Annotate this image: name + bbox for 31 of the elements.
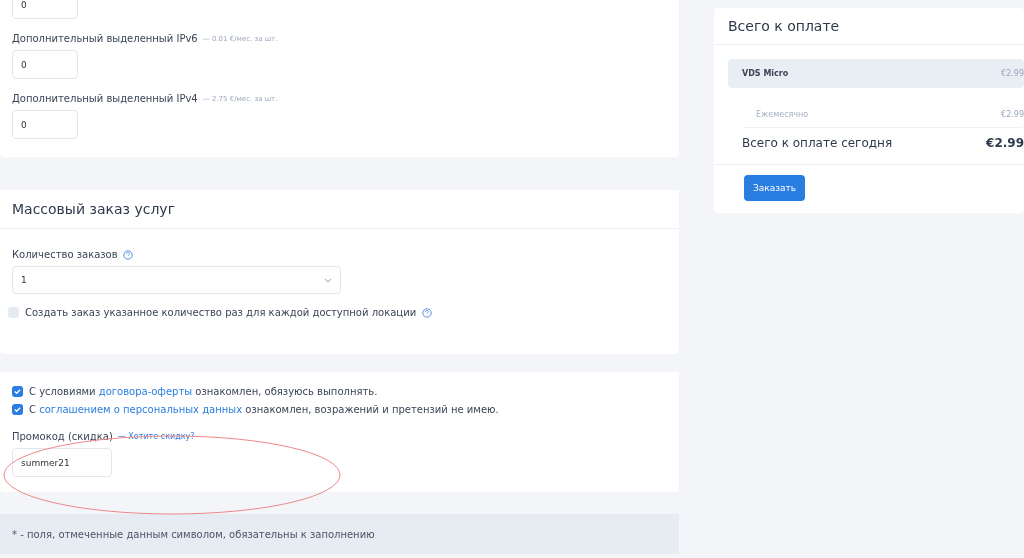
quantity-field[interactable]: 0: [12, 0, 78, 19]
field-label: Промокод (скидка): [12, 431, 113, 442]
checkbox[interactable]: [8, 307, 19, 318]
quantity-field[interactable]: 0: [12, 110, 78, 139]
period-price: €2.99: [1001, 110, 1024, 119]
agreement-link[interactable]: соглашением о персональных данных: [39, 404, 243, 415]
field-label: Дополнительный выделенный IPv6: [12, 33, 198, 44]
billing-period: Ежемесячно: [756, 110, 809, 119]
field-label: Количество заказов: [12, 249, 118, 260]
checkbox[interactable]: [12, 404, 23, 415]
agreement-text: С соглашением о персональных данных ознакомлен, возражений и претензий не имею.: [29, 404, 499, 415]
chevron-down-icon: [324, 277, 332, 283]
help-icon[interactable]: [122, 249, 133, 260]
item-name: VDS Micro: [742, 69, 789, 78]
section-title: Массовый заказ услуг: [0, 190, 679, 229]
item-price: €2.99: [1001, 69, 1024, 78]
promo-code-field[interactable]: summer21: [12, 448, 112, 477]
agreement-link[interactable]: договора-оферты: [98, 386, 193, 397]
checkbox-label: Создать заказ указанное количество раз для каждой доступной локации: [25, 307, 417, 318]
agreement-text: С условиями договора-оферты ознакомлен, обязуюсь выполнять.: [29, 386, 378, 397]
order-count-select[interactable]: 1: [12, 266, 341, 294]
summary-title: Всего к оплате: [714, 8, 1024, 45]
help-icon[interactable]: [422, 307, 433, 318]
total-label: Всего к оплате сегодня: [742, 136, 893, 150]
discount-link[interactable]: — Хотите скидку?: [117, 432, 195, 441]
quantity-field[interactable]: 0: [12, 50, 78, 79]
order-button[interactable]: Заказать: [744, 175, 806, 201]
total-price: €2.99: [986, 136, 1024, 150]
required-fields-note: * - поля, отмеченные данным символом, обязательны к заполнению: [0, 514, 679, 554]
checkbox[interactable]: [12, 386, 23, 397]
field-label: Дополнительный выделенный IPv4: [12, 93, 198, 104]
